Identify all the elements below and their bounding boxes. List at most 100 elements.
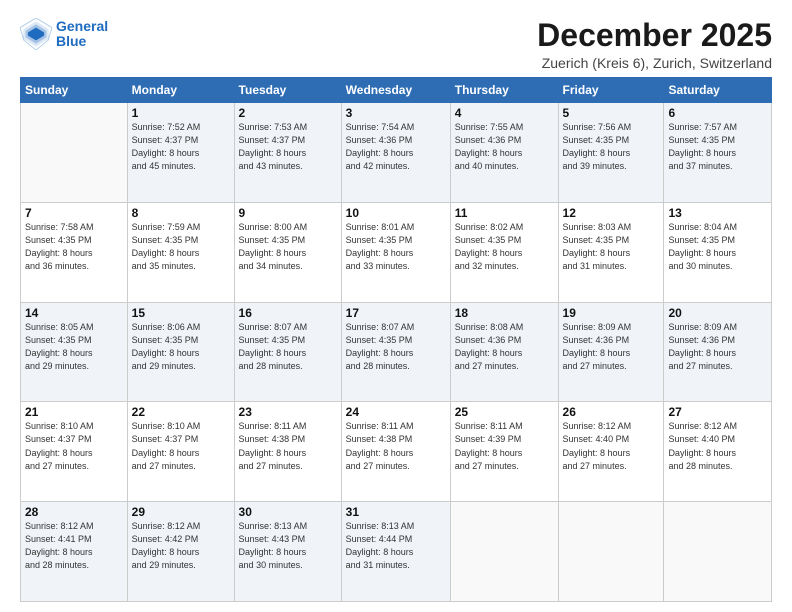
day-info: Sunrise: 8:11 AMSunset: 4:38 PMDaylight:… (346, 420, 446, 472)
day-number: 30 (239, 505, 337, 519)
day-number: 9 (239, 206, 337, 220)
day-info: Sunrise: 8:06 AMSunset: 4:35 PMDaylight:… (132, 321, 230, 373)
day-number: 4 (455, 106, 554, 120)
day-number: 28 (25, 505, 123, 519)
calendar-header-wednesday: Wednesday (341, 78, 450, 103)
calendar-cell: 6Sunrise: 7:57 AMSunset: 4:35 PMDaylight… (664, 103, 772, 203)
day-info: Sunrise: 8:09 AMSunset: 4:36 PMDaylight:… (668, 321, 767, 373)
day-number: 20 (668, 306, 767, 320)
day-info: Sunrise: 8:07 AMSunset: 4:35 PMDaylight:… (346, 321, 446, 373)
day-number: 10 (346, 206, 446, 220)
calendar-cell: 12Sunrise: 8:03 AMSunset: 4:35 PMDayligh… (558, 202, 664, 302)
day-number: 6 (668, 106, 767, 120)
calendar-cell: 17Sunrise: 8:07 AMSunset: 4:35 PMDayligh… (341, 302, 450, 402)
day-number: 11 (455, 206, 554, 220)
calendar-cell (450, 502, 558, 602)
calendar-cell: 20Sunrise: 8:09 AMSunset: 4:36 PMDayligh… (664, 302, 772, 402)
day-number: 27 (668, 405, 767, 419)
day-number: 29 (132, 505, 230, 519)
calendar-week-row: 21Sunrise: 8:10 AMSunset: 4:37 PMDayligh… (21, 402, 772, 502)
calendar-cell: 13Sunrise: 8:04 AMSunset: 4:35 PMDayligh… (664, 202, 772, 302)
calendar-cell: 8Sunrise: 7:59 AMSunset: 4:35 PMDaylight… (127, 202, 234, 302)
day-info: Sunrise: 8:03 AMSunset: 4:35 PMDaylight:… (563, 221, 660, 273)
day-number: 2 (239, 106, 337, 120)
day-number: 19 (563, 306, 660, 320)
day-info: Sunrise: 8:12 AMSunset: 4:40 PMDaylight:… (668, 420, 767, 472)
day-number: 17 (346, 306, 446, 320)
calendar-table: SundayMondayTuesdayWednesdayThursdayFrid… (20, 77, 772, 602)
day-info: Sunrise: 8:13 AMSunset: 4:43 PMDaylight:… (239, 520, 337, 572)
calendar-cell: 26Sunrise: 8:12 AMSunset: 4:40 PMDayligh… (558, 402, 664, 502)
day-info: Sunrise: 7:52 AMSunset: 4:37 PMDaylight:… (132, 121, 230, 173)
day-info: Sunrise: 8:05 AMSunset: 4:35 PMDaylight:… (25, 321, 123, 373)
calendar-header-monday: Monday (127, 78, 234, 103)
day-number: 3 (346, 106, 446, 120)
logo-icon (20, 18, 52, 50)
calendar-cell: 7Sunrise: 7:58 AMSunset: 4:35 PMDaylight… (21, 202, 128, 302)
day-info: Sunrise: 8:10 AMSunset: 4:37 PMDaylight:… (25, 420, 123, 472)
calendar-cell: 24Sunrise: 8:11 AMSunset: 4:38 PMDayligh… (341, 402, 450, 502)
calendar-cell: 16Sunrise: 8:07 AMSunset: 4:35 PMDayligh… (234, 302, 341, 402)
calendar-cell: 25Sunrise: 8:11 AMSunset: 4:39 PMDayligh… (450, 402, 558, 502)
day-number: 15 (132, 306, 230, 320)
calendar-week-row: 28Sunrise: 8:12 AMSunset: 4:41 PMDayligh… (21, 502, 772, 602)
calendar-cell: 23Sunrise: 8:11 AMSunset: 4:38 PMDayligh… (234, 402, 341, 502)
day-number: 5 (563, 106, 660, 120)
calendar-cell: 21Sunrise: 8:10 AMSunset: 4:37 PMDayligh… (21, 402, 128, 502)
day-number: 21 (25, 405, 123, 419)
logo-text: General Blue (56, 19, 108, 50)
subtitle: Zuerich (Kreis 6), Zurich, Switzerland (537, 55, 772, 71)
calendar-cell: 29Sunrise: 8:12 AMSunset: 4:42 PMDayligh… (127, 502, 234, 602)
day-info: Sunrise: 8:02 AMSunset: 4:35 PMDaylight:… (455, 221, 554, 273)
calendar-cell: 30Sunrise: 8:13 AMSunset: 4:43 PMDayligh… (234, 502, 341, 602)
day-info: Sunrise: 8:12 AMSunset: 4:40 PMDaylight:… (563, 420, 660, 472)
calendar-header-tuesday: Tuesday (234, 78, 341, 103)
calendar-cell: 28Sunrise: 8:12 AMSunset: 4:41 PMDayligh… (21, 502, 128, 602)
calendar-cell: 4Sunrise: 7:55 AMSunset: 4:36 PMDaylight… (450, 103, 558, 203)
calendar-cell (664, 502, 772, 602)
calendar-header-row: SundayMondayTuesdayWednesdayThursdayFrid… (21, 78, 772, 103)
day-info: Sunrise: 8:11 AMSunset: 4:38 PMDaylight:… (239, 420, 337, 472)
calendar-cell: 9Sunrise: 8:00 AMSunset: 4:35 PMDaylight… (234, 202, 341, 302)
day-number: 16 (239, 306, 337, 320)
day-info: Sunrise: 8:09 AMSunset: 4:36 PMDaylight:… (563, 321, 660, 373)
calendar-cell (558, 502, 664, 602)
day-info: Sunrise: 7:58 AMSunset: 4:35 PMDaylight:… (25, 221, 123, 273)
main-title: December 2025 (537, 18, 772, 53)
header: General Blue December 2025 Zuerich (Krei… (20, 18, 772, 71)
calendar-header-sunday: Sunday (21, 78, 128, 103)
day-number: 24 (346, 405, 446, 419)
day-info: Sunrise: 8:04 AMSunset: 4:35 PMDaylight:… (668, 221, 767, 273)
calendar-cell: 3Sunrise: 7:54 AMSunset: 4:36 PMDaylight… (341, 103, 450, 203)
calendar-header-saturday: Saturday (664, 78, 772, 103)
day-info: Sunrise: 7:59 AMSunset: 4:35 PMDaylight:… (132, 221, 230, 273)
calendar-cell: 15Sunrise: 8:06 AMSunset: 4:35 PMDayligh… (127, 302, 234, 402)
day-info: Sunrise: 7:56 AMSunset: 4:35 PMDaylight:… (563, 121, 660, 173)
day-number: 1 (132, 106, 230, 120)
logo: General Blue (20, 18, 108, 50)
day-info: Sunrise: 8:13 AMSunset: 4:44 PMDaylight:… (346, 520, 446, 572)
day-info: Sunrise: 8:00 AMSunset: 4:35 PMDaylight:… (239, 221, 337, 273)
calendar-header-friday: Friday (558, 78, 664, 103)
day-number: 13 (668, 206, 767, 220)
day-info: Sunrise: 8:01 AMSunset: 4:35 PMDaylight:… (346, 221, 446, 273)
day-info: Sunrise: 8:08 AMSunset: 4:36 PMDaylight:… (455, 321, 554, 373)
day-info: Sunrise: 8:12 AMSunset: 4:41 PMDaylight:… (25, 520, 123, 572)
calendar-cell: 19Sunrise: 8:09 AMSunset: 4:36 PMDayligh… (558, 302, 664, 402)
calendar-week-row: 7Sunrise: 7:58 AMSunset: 4:35 PMDaylight… (21, 202, 772, 302)
calendar-cell: 1Sunrise: 7:52 AMSunset: 4:37 PMDaylight… (127, 103, 234, 203)
day-number: 12 (563, 206, 660, 220)
calendar-cell: 2Sunrise: 7:53 AMSunset: 4:37 PMDaylight… (234, 103, 341, 203)
calendar-cell: 27Sunrise: 8:12 AMSunset: 4:40 PMDayligh… (664, 402, 772, 502)
calendar-cell: 5Sunrise: 7:56 AMSunset: 4:35 PMDaylight… (558, 103, 664, 203)
day-number: 22 (132, 405, 230, 419)
day-number: 23 (239, 405, 337, 419)
calendar-week-row: 1Sunrise: 7:52 AMSunset: 4:37 PMDaylight… (21, 103, 772, 203)
calendar-cell: 31Sunrise: 8:13 AMSunset: 4:44 PMDayligh… (341, 502, 450, 602)
calendar-header-thursday: Thursday (450, 78, 558, 103)
day-info: Sunrise: 7:55 AMSunset: 4:36 PMDaylight:… (455, 121, 554, 173)
calendar-cell: 18Sunrise: 8:08 AMSunset: 4:36 PMDayligh… (450, 302, 558, 402)
calendar-cell: 22Sunrise: 8:10 AMSunset: 4:37 PMDayligh… (127, 402, 234, 502)
calendar-cell: 14Sunrise: 8:05 AMSunset: 4:35 PMDayligh… (21, 302, 128, 402)
calendar-cell (21, 103, 128, 203)
